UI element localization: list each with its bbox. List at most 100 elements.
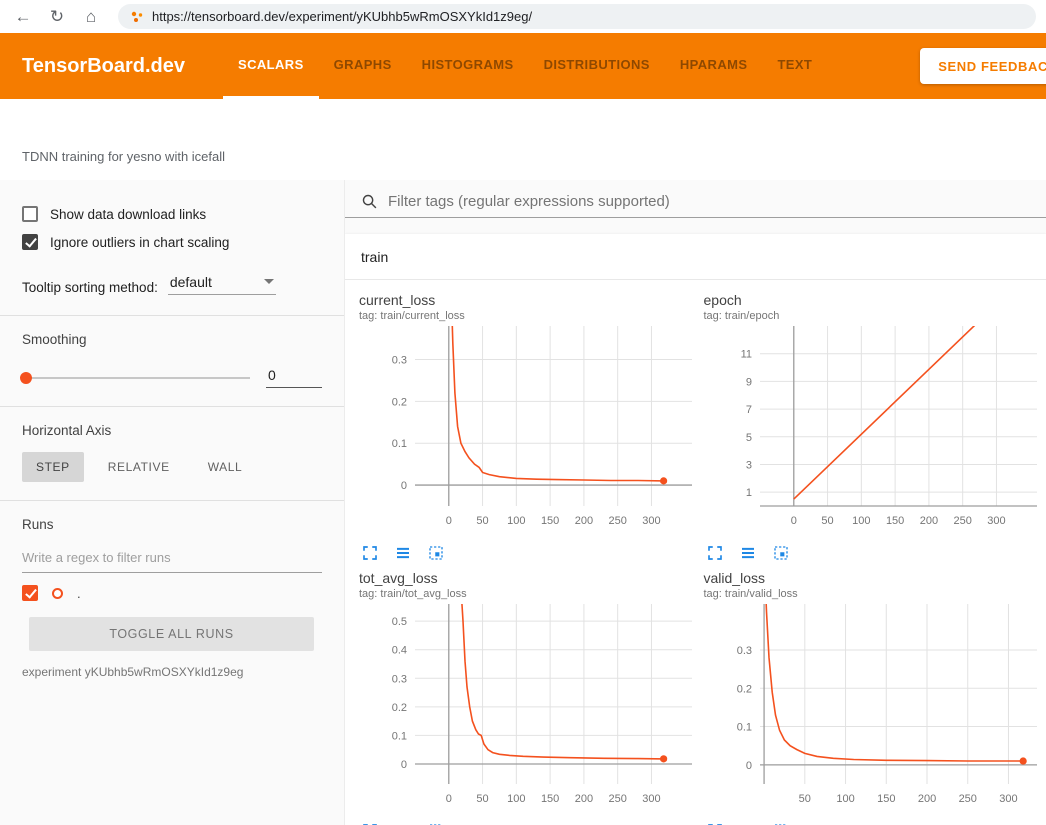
smoothing-slider[interactable] <box>22 377 250 379</box>
smoothing-section: Smoothing 0 <box>0 316 344 406</box>
svg-text:150: 150 <box>877 793 895 805</box>
chart-plot-tot_avg_loss[interactable]: 05010015020025030000.10.20.30.40.5 <box>359 600 698 817</box>
svg-text:9: 9 <box>745 376 751 388</box>
svg-text:3: 3 <box>745 459 751 471</box>
tab-text[interactable]: TEXT <box>762 33 827 99</box>
svg-text:0.2: 0.2 <box>392 702 407 714</box>
svg-text:0.5: 0.5 <box>392 616 407 628</box>
toggle-y-axis-icon[interactable] <box>394 544 412 562</box>
chart-plot-current_loss[interactable]: 05010015020025030000.10.20.3 <box>359 322 698 539</box>
checkbox-icon[interactable] <box>22 206 38 222</box>
svg-text:250: 250 <box>953 515 971 527</box>
chart-title: valid_loss <box>704 570 1043 586</box>
svg-text:0: 0 <box>446 793 452 805</box>
chart-title: epoch <box>704 292 1043 308</box>
subheader: TDNN training for yesno with icefall <box>0 99 1046 180</box>
svg-text:0.1: 0.1 <box>392 438 407 450</box>
section-header-train[interactable]: train <box>345 234 1046 280</box>
svg-text:50: 50 <box>821 515 833 527</box>
tab-scalars[interactable]: SCALARS <box>223 33 319 99</box>
chevron-down-icon <box>264 279 274 284</box>
svg-text:200: 200 <box>575 515 593 527</box>
refresh-icon[interactable]: ↻ <box>44 4 70 30</box>
tab-graphs[interactable]: GRAPHS <box>319 33 407 99</box>
svg-text:0: 0 <box>401 480 407 492</box>
tensorboard-favicon <box>130 10 144 24</box>
expand-chart-icon[interactable] <box>706 544 724 562</box>
svg-text:0.1: 0.1 <box>736 722 751 734</box>
axis-relative-button[interactable]: RELATIVE <box>94 452 184 482</box>
svg-text:150: 150 <box>885 515 903 527</box>
run-checkbox[interactable] <box>22 585 38 601</box>
chart-title: current_loss <box>359 292 698 308</box>
tag-filter-row <box>345 180 1046 218</box>
chart-title: tot_avg_loss <box>359 570 698 586</box>
svg-text:150: 150 <box>541 793 559 805</box>
axis-wall-button[interactable]: WALL <box>194 452 257 482</box>
content: Show data download links Ignore outliers… <box>0 180 1046 825</box>
svg-text:1: 1 <box>745 487 751 499</box>
svg-text:0.3: 0.3 <box>736 645 751 657</box>
main-panel: train current_loss tag: train/current_los… <box>345 180 1046 825</box>
chart-plot-valid_loss[interactable]: 5010015020025030000.10.20.3 <box>704 600 1043 817</box>
tab-distributions[interactable]: DISTRIBUTIONS <box>529 33 665 99</box>
svg-text:150: 150 <box>541 515 559 527</box>
svg-text:200: 200 <box>917 793 935 805</box>
address-bar[interactable]: https://tensorboard.dev/experiment/yKUbh… <box>118 4 1036 29</box>
svg-text:100: 100 <box>852 515 870 527</box>
smoothing-value-input[interactable]: 0 <box>266 367 322 388</box>
chart-toolbar <box>704 817 1043 825</box>
svg-text:100: 100 <box>507 515 525 527</box>
experiment-id-label: experiment yKUbhb5wRmOSXYkId1z9eg <box>0 661 344 683</box>
back-icon[interactable]: ← <box>10 4 36 30</box>
home-icon[interactable]: ⌂ <box>78 4 104 30</box>
tooltip-sorting-label: Tooltip sorting method: <box>22 280 158 295</box>
fit-domain-icon[interactable] <box>427 544 445 562</box>
tab-bar: SCALARS GRAPHS HISTOGRAMS DISTRIBUTIONS … <box>223 33 827 99</box>
app-header: TensorBoard.dev SCALARS GRAPHS HISTOGRAM… <box>0 33 1046 99</box>
svg-text:100: 100 <box>836 793 854 805</box>
chart-plot-epoch[interactable]: 0501001502002503001357911 <box>704 322 1043 539</box>
chart-tag: tag: train/current_loss <box>359 310 698 322</box>
toggle-y-axis-icon[interactable] <box>739 544 757 562</box>
run-row[interactable]: . <box>0 573 344 609</box>
chart-toolbar <box>359 539 698 566</box>
experiment-title: TDNN training for yesno with icefall <box>22 149 225 164</box>
tag-filter-input[interactable] <box>388 193 1046 210</box>
runs-filter-input[interactable] <box>22 546 322 573</box>
train-card: train current_loss tag: train/current_los… <box>345 234 1046 825</box>
svg-text:0.3: 0.3 <box>392 673 407 685</box>
svg-text:0: 0 <box>446 515 452 527</box>
screen: ← ↻ ⌂ https://tensorboard.dev/experiment… <box>0 0 1046 825</box>
axis-step-button[interactable]: STEP <box>22 452 84 482</box>
expand-chart-icon[interactable] <box>361 544 379 562</box>
toggle-all-runs-button[interactable]: TOGGLE ALL RUNS <box>29 617 314 651</box>
checkbox-label: Ignore outliers in chart scaling <box>50 235 229 250</box>
fit-domain-icon[interactable] <box>772 544 790 562</box>
chart-toolbar <box>359 817 698 825</box>
svg-text:300: 300 <box>999 793 1017 805</box>
tab-histograms[interactable]: HISTOGRAMS <box>407 33 529 99</box>
svg-text:300: 300 <box>642 793 660 805</box>
sidebar: Show data download links Ignore outliers… <box>0 180 345 825</box>
svg-text:100: 100 <box>507 793 525 805</box>
checkbox-checked-icon[interactable] <box>22 234 38 250</box>
dropdown-value: default <box>170 274 212 290</box>
app-logo[interactable]: TensorBoard.dev <box>0 33 223 99</box>
svg-text:0: 0 <box>745 760 751 772</box>
send-feedback-button[interactable]: SEND FEEDBACK <box>920 48 1046 84</box>
slider-thumb[interactable] <box>20 372 32 384</box>
svg-text:200: 200 <box>919 515 937 527</box>
tab-hparams[interactable]: HPARAMS <box>665 33 763 99</box>
svg-text:11: 11 <box>740 349 751 361</box>
horizontal-axis-section: Horizontal Axis STEP RELATIVE WALL <box>0 407 344 500</box>
svg-text:5: 5 <box>745 432 751 444</box>
show-download-links-checkbox[interactable]: Show data download links <box>0 200 344 228</box>
svg-text:200: 200 <box>575 793 593 805</box>
tooltip-sorting-dropdown[interactable]: default <box>168 274 276 295</box>
ignore-outliers-checkbox[interactable]: Ignore outliers in chart scaling <box>0 228 344 256</box>
svg-text:0.3: 0.3 <box>392 354 407 366</box>
svg-text:50: 50 <box>798 793 810 805</box>
chart-card-tot_avg_loss: tot_avg_losstag: train/tot_avg_loss05010… <box>359 570 698 825</box>
svg-text:0.2: 0.2 <box>736 683 751 695</box>
